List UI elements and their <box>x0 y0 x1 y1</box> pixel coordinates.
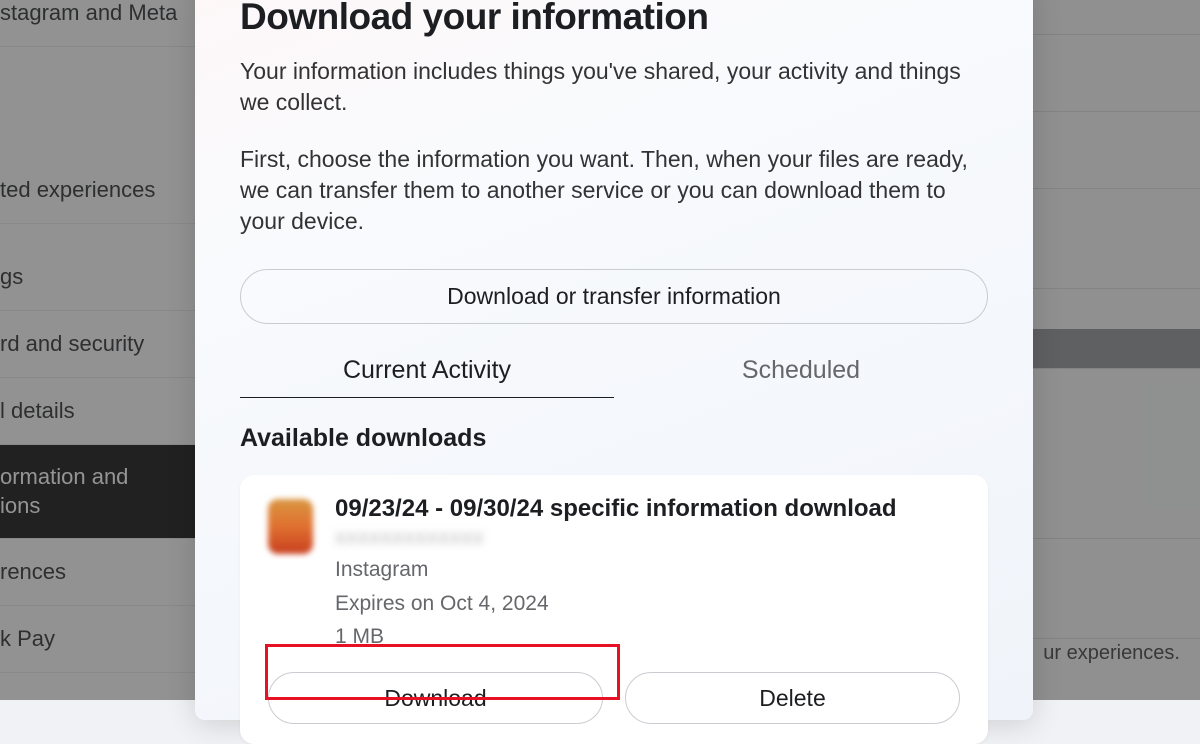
available-downloads-heading: Available downloads <box>240 424 988 453</box>
download-transfer-button[interactable]: Download or transfer information <box>240 269 988 324</box>
download-expiry: Expires on Oct 4, 2024 <box>335 590 960 617</box>
download-size: 1 MB <box>335 623 960 650</box>
card-actions: Download Delete <box>268 672 960 724</box>
download-username: xxxxxxxxxxxxx <box>335 526 960 550</box>
card-header: 09/23/24 - 09/30/24 specific information… <box>268 495 960 650</box>
download-platform: Instagram <box>335 556 960 583</box>
tab-current-activity[interactable]: Current Activity <box>240 356 614 398</box>
download-button[interactable]: Download <box>268 672 603 724</box>
modal-title: Download your information <box>240 0 988 38</box>
tab-scheduled[interactable]: Scheduled <box>614 356 988 398</box>
modal-description-1: Your information includes things you've … <box>240 56 988 118</box>
delete-button[interactable]: Delete <box>625 672 960 724</box>
download-info-modal: Download your information Your informati… <box>195 0 1033 720</box>
modal-description-2: First, choose the information you want. … <box>240 144 988 237</box>
download-title: 09/23/24 - 09/30/24 specific information… <box>335 495 960 523</box>
card-info: 09/23/24 - 09/30/24 specific information… <box>335 495 960 650</box>
download-card: 09/23/24 - 09/30/24 specific information… <box>240 475 988 744</box>
avatar <box>268 499 313 554</box>
modal-tabs: Current Activity Scheduled <box>240 356 988 398</box>
